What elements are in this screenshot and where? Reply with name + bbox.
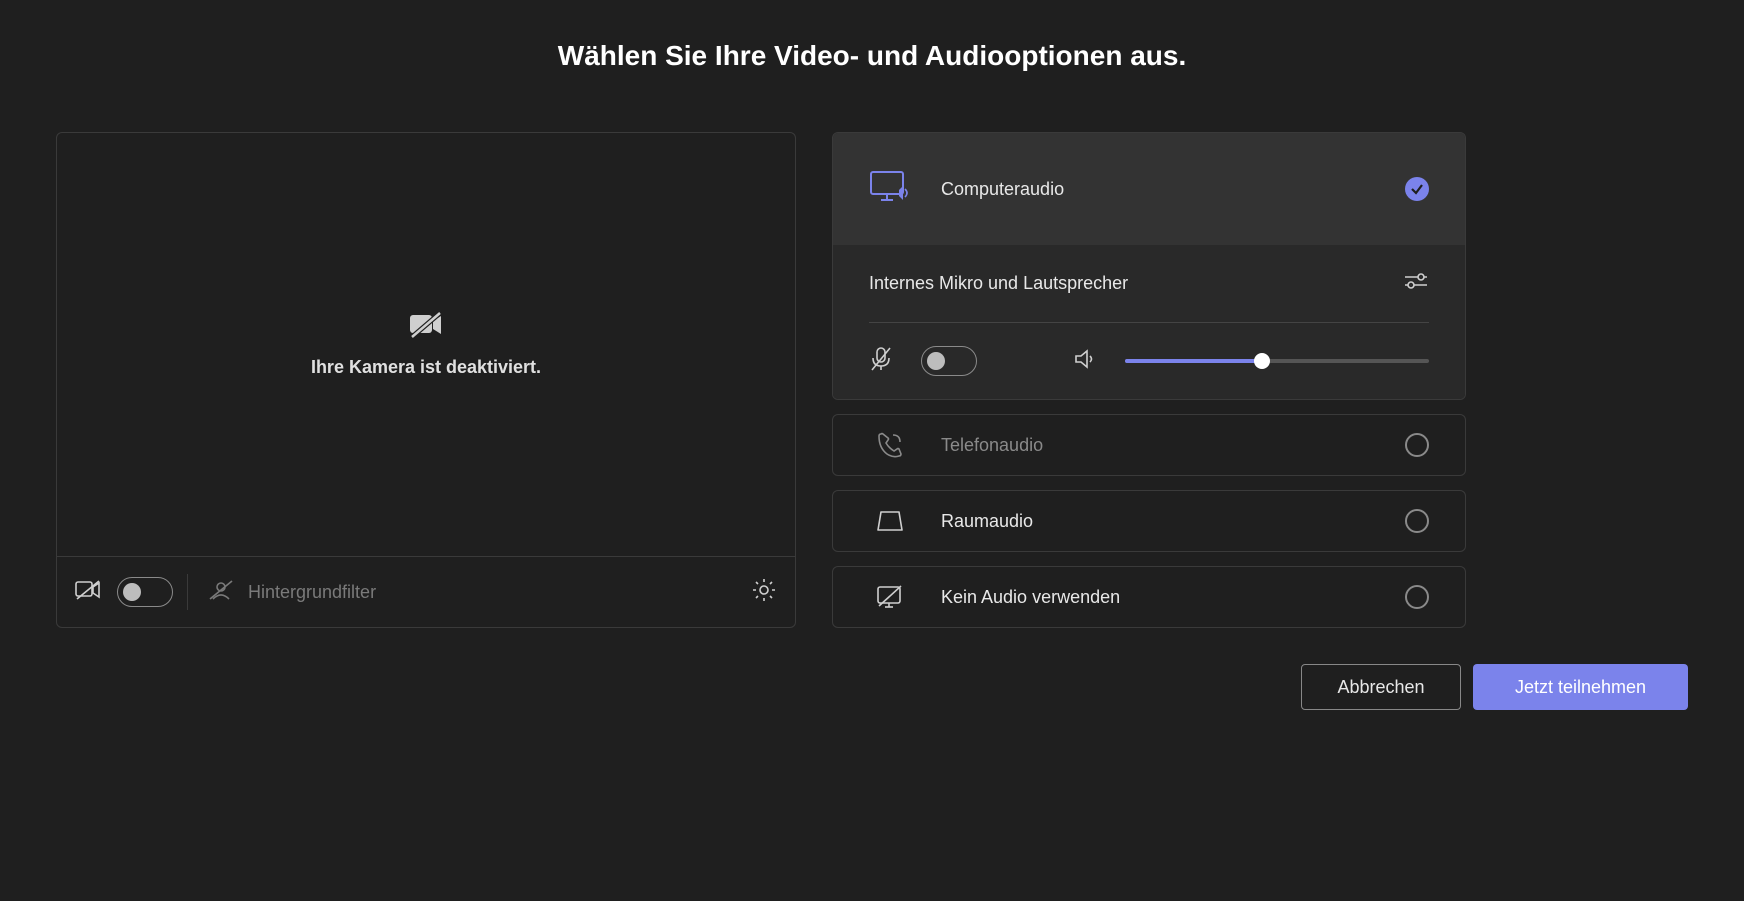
room-icon — [869, 508, 911, 534]
speaker-icon — [1073, 347, 1097, 376]
join-button[interactable]: Jetzt teilnehmen — [1473, 664, 1688, 710]
audio-option-none[interactable]: Kein Audio verwenden — [832, 566, 1466, 628]
audio-option-computer-label: Computeraudio — [941, 179, 1375, 200]
background-filter-icon — [208, 579, 234, 606]
camera-off-small-icon — [75, 579, 101, 606]
computer-audio-icon — [869, 168, 911, 211]
camera-off-icon — [409, 311, 443, 339]
camera-toggle[interactable] — [117, 577, 173, 607]
cancel-button[interactable]: Abbrechen — [1301, 664, 1461, 710]
video-panel: Ihre Kamera ist deaktiviert. — [56, 132, 796, 628]
mic-off-icon — [869, 346, 893, 377]
camera-status-text: Ihre Kamera ist deaktiviert. — [311, 357, 541, 378]
no-audio-icon — [869, 584, 911, 610]
video-settings-button[interactable] — [751, 577, 777, 608]
audio-option-room-label: Raumaudio — [941, 511, 1375, 532]
computer-audio-group: Computeraudio Internes Mikro und Lautspr… — [832, 132, 1466, 400]
radio-icon — [1405, 509, 1429, 533]
audio-option-computer[interactable]: Computeraudio — [833, 133, 1465, 245]
footer: Abbrechen Jetzt teilnehmen — [56, 664, 1688, 710]
background-filter-button[interactable]: Hintergrundfilter — [208, 579, 376, 606]
phone-icon — [869, 430, 911, 460]
audio-device-panel: Internes Mikro und Lautsprecher — [833, 245, 1465, 399]
mic-toggle[interactable] — [921, 346, 977, 376]
background-filter-label: Hintergrundfilter — [248, 582, 376, 603]
divider — [187, 574, 188, 610]
radio-icon — [1405, 585, 1429, 609]
radio-icon — [1405, 433, 1429, 457]
audio-option-none-label: Kein Audio verwenden — [941, 587, 1375, 608]
audio-device-name: Internes Mikro und Lautsprecher — [869, 273, 1128, 294]
radio-selected-icon — [1405, 177, 1429, 201]
audio-option-room[interactable]: Raumaudio — [832, 490, 1466, 552]
audio-settings-button[interactable] — [1403, 271, 1429, 296]
audio-panel: Computeraudio Internes Mikro und Lautspr… — [832, 132, 1466, 628]
page-title: Wählen Sie Ihre Video- und Audiooptionen… — [56, 40, 1688, 72]
volume-slider[interactable] — [1125, 359, 1429, 363]
audio-option-phone-label: Telefonaudio — [941, 435, 1375, 456]
video-preview: Ihre Kamera ist deaktiviert. — [57, 133, 795, 557]
video-controls-bar: Hintergrundfilter — [57, 557, 795, 627]
audio-option-phone[interactable]: Telefonaudio — [832, 414, 1466, 476]
